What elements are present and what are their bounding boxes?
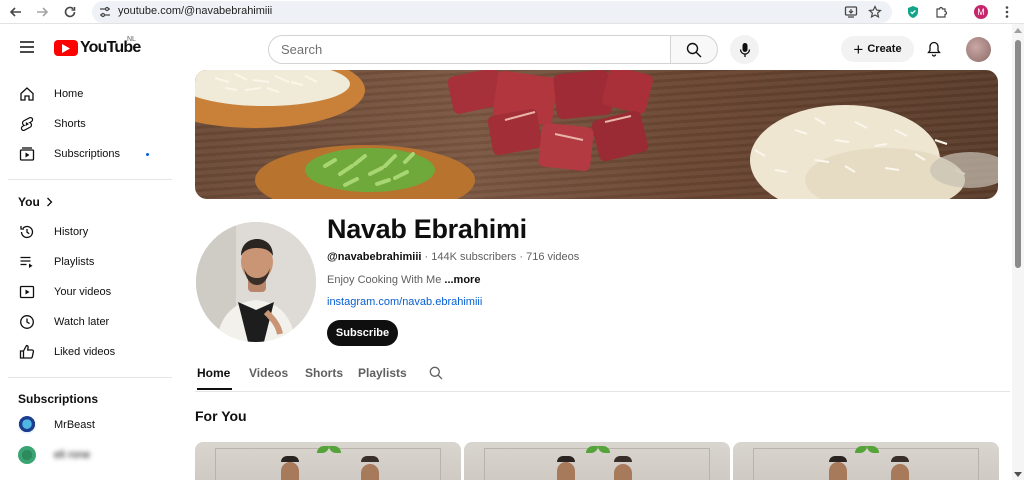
chevron-right-icon <box>46 197 53 207</box>
search-button[interactable] <box>670 35 718 64</box>
video-thumbnail[interactable] <box>195 442 461 480</box>
tab-playlists[interactable]: Playlists <box>358 366 407 380</box>
sidebar-item-history[interactable]: History <box>8 217 170 247</box>
sidebar-item-label: Playlists <box>54 256 95 268</box>
sidebar-item-home[interactable]: Home <box>8 79 170 109</box>
browser-profile-avatar[interactable]: M <box>974 5 988 19</box>
subscriptions-icon <box>8 146 46 162</box>
sidebar-item-watch-later[interactable]: Watch later <box>8 307 170 337</box>
search-icon <box>686 42 702 57</box>
search-box <box>268 35 671 64</box>
sidebar-item-your-videos[interactable]: Your videos <box>8 277 170 307</box>
channel-name: Navab Ebrahimi <box>327 214 527 244</box>
channel-banner <box>195 70 998 199</box>
sidebar-item-label: Your videos <box>54 286 112 298</box>
bookmark-star-icon[interactable] <box>866 3 884 21</box>
you-heading-label: You <box>18 195 40 209</box>
create-label: Create <box>867 43 902 55</box>
scroll-up-arrow-icon[interactable] <box>1014 28 1022 33</box>
subscription-avatar-wrapper <box>8 446 46 464</box>
shorts-icon <box>8 116 46 132</box>
sidebar-you-heading[interactable]: You <box>18 195 53 209</box>
channel-avatar[interactable] <box>196 222 316 342</box>
history-icon <box>8 224 46 240</box>
browser-menu-icon[interactable] <box>998 3 1016 21</box>
sidebar-subscription-item[interactable]: eli rone <box>8 440 170 470</box>
channel-meta: @navabebrahimiii · 144K subscribers · 71… <box>327 251 579 263</box>
sidebar-divider <box>8 377 172 378</box>
watch-later-icon <box>8 314 46 330</box>
sidebar-item-shorts[interactable]: Shorts <box>8 109 170 139</box>
video-thumbnail[interactable] <box>733 442 999 480</box>
channel-tabs: Home Videos Shorts Playlists <box>195 360 1010 392</box>
new-content-dot <box>146 152 149 156</box>
sidebar-divider <box>8 179 172 180</box>
sidebar-subscription-mrbeast[interactable]: MrBeast <box>8 410 170 440</box>
site-settings-icon[interactable] <box>98 5 112 19</box>
youtube-play-icon <box>54 40 78 56</box>
reload-icon[interactable] <box>60 2 80 22</box>
sidebar-item-playlists[interactable]: Playlists <box>8 247 170 277</box>
tab-home[interactable]: Home <box>197 366 230 380</box>
notifications-bell-icon[interactable] <box>923 38 945 60</box>
sidebar-item-label: Home <box>54 88 84 100</box>
sidebar-item-label: Shorts <box>54 118 86 130</box>
your-videos-icon <box>8 284 46 300</box>
banner-artwork <box>195 70 998 199</box>
youtube-logo[interactable]: YouTube NL <box>54 36 141 57</box>
youtube-header: YouTube NL + Create <box>0 24 1024 70</box>
page-scrollbar[interactable] <box>1012 24 1024 480</box>
region-code: NL <box>127 36 136 43</box>
description-text: Enjoy Cooking With Me <box>327 274 442 286</box>
back-icon[interactable] <box>6 2 26 22</box>
sidebar-item-label: Liked videos <box>54 346 116 358</box>
video-count: 716 videos <box>526 251 580 263</box>
extensions-puzzle-icon[interactable] <box>932 3 950 21</box>
tab-videos[interactable]: Videos <box>249 366 288 380</box>
url-text: youtube.com/@navabebrahimiii <box>118 5 273 17</box>
sidebar-item-label: eli rone <box>54 449 91 461</box>
subscribe-button[interactable]: Subscribe <box>327 320 398 346</box>
scroll-down-arrow-icon[interactable] <box>1014 472 1022 477</box>
hamburger-menu-icon[interactable] <box>16 36 38 58</box>
create-button[interactable]: + Create <box>841 36 914 62</box>
account-avatar[interactable] <box>966 37 991 62</box>
channel-external-link[interactable]: instagram.com/navab.ebrahimiii <box>327 296 482 308</box>
channel-handle: @navabebrahimiii <box>327 251 422 263</box>
thumbs-up-icon <box>8 344 46 360</box>
tab-shorts[interactable]: Shorts <box>305 366 343 380</box>
mrbeast-avatar <box>18 416 36 434</box>
video-thumbnail[interactable] <box>464 442 730 480</box>
microphone-icon <box>739 42 750 57</box>
sidebar-item-label: Watch later <box>54 316 110 328</box>
channel-avatar-photo <box>196 222 316 342</box>
forward-icon[interactable] <box>32 2 52 22</box>
sidebar-item-liked-videos[interactable]: Liked videos <box>8 337 170 367</box>
channel-search-icon[interactable] <box>428 365 444 381</box>
sidebar-subscriptions-heading: Subscriptions <box>18 392 99 406</box>
sidebar: Home Shorts Subscriptions You History Pl… <box>0 70 180 480</box>
more-link[interactable]: ...more <box>444 274 480 286</box>
sidebar-item-label: History <box>54 226 89 238</box>
subscription-avatar <box>18 446 36 464</box>
subscriber-count: 144K subscribers <box>431 251 517 263</box>
active-tab-indicator <box>197 388 232 390</box>
sidebar-item-label: Subscriptions <box>54 148 121 160</box>
section-title: For You <box>195 408 247 424</box>
browser-toolbar: youtube.com/@navabebrahimiii M <box>0 0 1024 24</box>
shield-extension-icon[interactable] <box>904 3 922 21</box>
plus-icon: + <box>853 39 864 59</box>
home-icon <box>8 86 46 102</box>
subscription-avatar-wrapper <box>8 416 46 434</box>
sidebar-item-label: MrBeast <box>54 419 95 431</box>
voice-search-button[interactable] <box>730 35 759 64</box>
address-bar[interactable]: youtube.com/@navabebrahimiii <box>92 1 892 23</box>
search-input[interactable] <box>269 36 670 63</box>
channel-description[interactable]: Enjoy Cooking With Me ...more <box>327 274 480 286</box>
playlists-icon <box>8 254 46 270</box>
install-app-icon[interactable] <box>842 3 860 21</box>
scrollbar-thumb[interactable] <box>1015 40 1021 268</box>
sidebar-item-subscriptions[interactable]: Subscriptions <box>8 139 170 169</box>
